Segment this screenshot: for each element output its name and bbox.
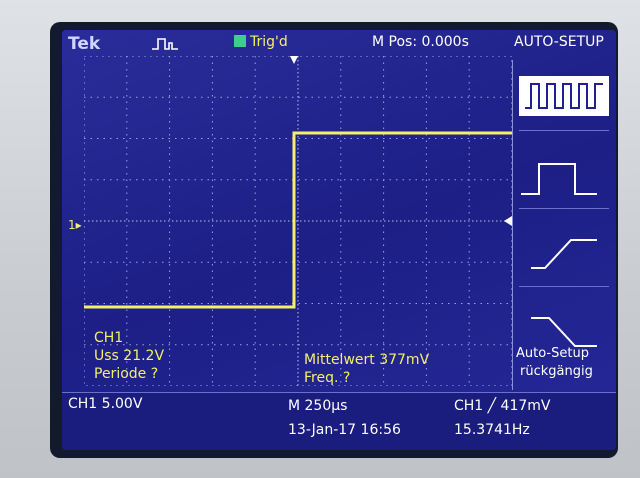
measurement-mean: Mittelwert 377mV [304, 352, 430, 368]
graticule [84, 56, 512, 386]
bottom-status-bar: CH1 5.00V M 250µs 13-Jan-17 16:56 CH1 ╱ … [62, 392, 616, 450]
undo-label-line1: Auto-Setup [516, 346, 589, 361]
trigger-position-marker [290, 56, 298, 64]
acquisition-run-icon [152, 38, 178, 50]
measurement-peak-to-peak: Uss 21.2V [94, 348, 165, 364]
auto-setup-menu [512, 60, 616, 390]
brand-logo: Tek [68, 34, 101, 54]
multi-cycle-square-wave-icon [519, 76, 609, 116]
horizontal-position: M Pos: 0.000s [372, 34, 469, 50]
menu-item-rising-edge[interactable] [513, 224, 616, 296]
menu-item-single-pulse[interactable] [513, 146, 616, 218]
date-time: 13-Jan-17 16:56 [288, 422, 401, 438]
trigger-setting: CH1 ╱ 417mV [454, 398, 551, 414]
trigger-level-marker [504, 216, 512, 226]
timebase-setting: M 250µs [288, 398, 348, 414]
single-pulse-icon [521, 163, 597, 195]
measurement-period: Periode ? [94, 366, 159, 382]
measurement-channel: CH1 [94, 330, 124, 346]
oscilloscope-screen: Tek Trig'd M Pos: 0.000s AUTO-SETUP 1▸ C… [62, 30, 616, 450]
trigger-frequency: 15.3741Hz [454, 422, 530, 438]
menu-title: AUTO-SETUP [514, 34, 604, 50]
ch1-vertical-scale: CH1 5.00V [68, 396, 143, 412]
bottom-separator [62, 392, 616, 393]
center-axes [84, 56, 512, 386]
undo-auto-setup-button[interactable]: Auto-Setup rückgängig [512, 344, 616, 390]
menu-item-multi-cycle[interactable] [513, 68, 616, 140]
trigger-status: Trig'd [250, 34, 288, 50]
trigger-status-indicator [234, 35, 246, 47]
rising-edge-icon [531, 239, 597, 269]
measurement-frequency: Freq. ? [304, 370, 351, 386]
ch1-ground-marker: 1▸ [68, 218, 82, 232]
undo-label-line2: rückgängig [520, 364, 593, 379]
